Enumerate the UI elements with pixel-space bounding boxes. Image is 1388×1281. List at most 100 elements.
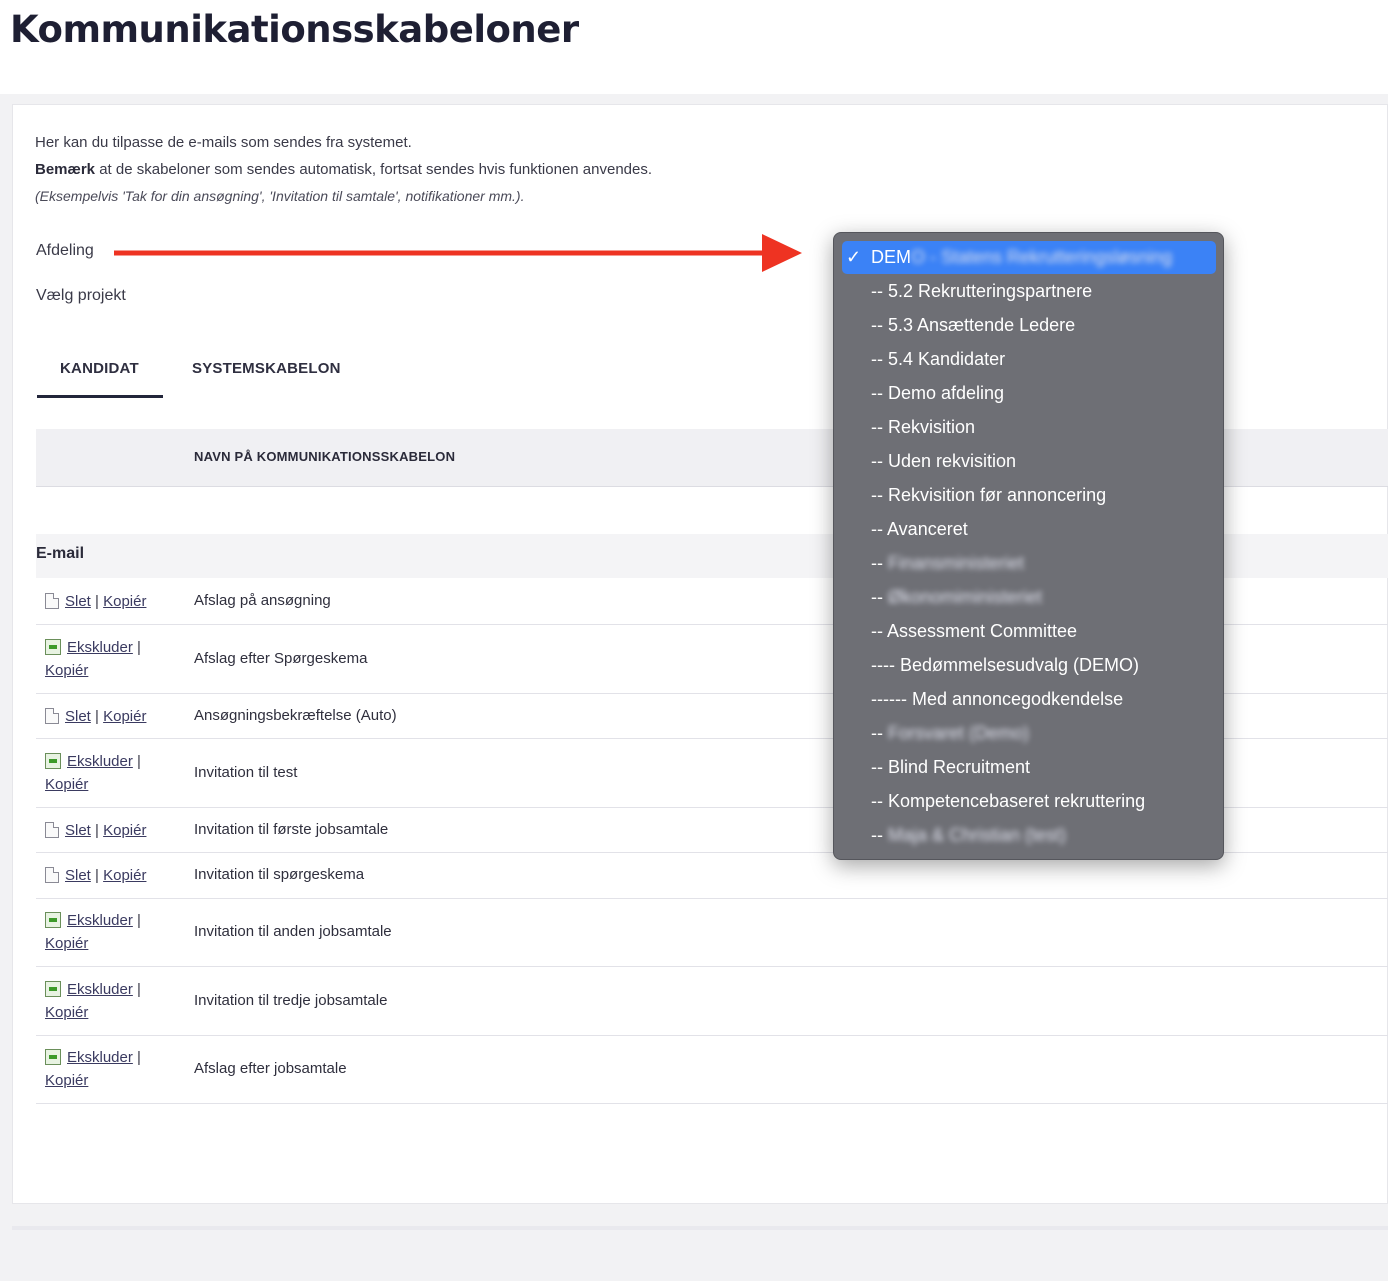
option-prefix: ---- bbox=[871, 655, 900, 675]
table-row: Ekskluder | Kopiér Afslag efter jobsamtale bbox=[36, 1036, 1388, 1104]
dropdown-option[interactable]: -- Kompetencebaseret rekruttering bbox=[871, 791, 1145, 812]
copy-link[interactable]: Kopiér bbox=[103, 708, 146, 725]
template-name[interactable]: Invitation til anden jobsamtale bbox=[194, 923, 392, 940]
option-label: Uden rekvisition bbox=[888, 451, 1017, 471]
option-label: Rekvisition før annoncering bbox=[888, 485, 1107, 505]
row-actions: Slet | Kopiér bbox=[45, 590, 146, 613]
document-icon bbox=[45, 821, 59, 838]
option-prefix: -- bbox=[871, 587, 888, 607]
dropdown-option[interactable]: -- Uden rekvisition bbox=[871, 451, 1016, 472]
template-name[interactable]: Ansøgningsbekræftelse (Auto) bbox=[194, 707, 397, 724]
option-label: Kompetencebaseret rekruttering bbox=[888, 791, 1146, 811]
intro-note-bold: Bemærk bbox=[35, 161, 96, 178]
option-label: Assessment Committee bbox=[887, 621, 1078, 641]
document-icon bbox=[45, 707, 59, 724]
dropdown-option[interactable]: -- Avanceret bbox=[871, 519, 968, 540]
template-name[interactable]: Afslag efter Spørgeskema bbox=[194, 650, 367, 667]
option-prefix: -- bbox=[871, 281, 888, 301]
dropdown-option[interactable]: -- Blind Recruitment bbox=[871, 757, 1030, 778]
intro-example: (Eksempelvis 'Tak for din ansøgning', 'I… bbox=[35, 188, 525, 204]
exclude-link[interactable]: Ekskluder bbox=[67, 981, 133, 998]
dropdown-option[interactable]: ---- Bedømmelsesudvalg (DEMO) bbox=[871, 655, 1139, 676]
option-label: Bedømmelsesudvalg (DEMO) bbox=[899, 655, 1140, 675]
delete-link[interactable]: Slet bbox=[65, 822, 91, 839]
row-actions: Slet | Kopiér bbox=[45, 705, 146, 728]
dropdown-option[interactable]: -- Demo afdeling bbox=[871, 383, 1004, 404]
row-actions: Slet | Kopiér bbox=[45, 819, 146, 842]
row-actions: Ekskluder | Kopiér bbox=[45, 980, 141, 1021]
dropdown-option[interactable]: -- Finansministeriet bbox=[871, 553, 1024, 574]
intro-note-text: at de skabeloner som sendes automatisk, … bbox=[95, 161, 653, 178]
option-label: 5.2 Rekrutteringspartnere bbox=[888, 281, 1093, 301]
option-prefix: -- bbox=[871, 417, 888, 437]
tab-systemskabelon[interactable]: SYSTEMSKABELON bbox=[192, 360, 341, 377]
dropdown-option[interactable]: -- Forsvaret (Demo) bbox=[871, 723, 1029, 744]
option-prefix: -- bbox=[871, 825, 888, 845]
page-title: Kommunikationsskabeloner bbox=[10, 8, 579, 51]
option-label: Rekvisition bbox=[888, 417, 976, 437]
row-actions: Ekskluder | Kopiér bbox=[45, 752, 141, 793]
dropdown-option[interactable]: -- 5.2 Rekrutteringspartnere bbox=[871, 281, 1092, 302]
template-name[interactable]: Afslag efter jobsamtale bbox=[194, 1060, 347, 1077]
delete-link[interactable]: Slet bbox=[65, 593, 91, 610]
option-prefix: -- bbox=[871, 757, 888, 777]
afdeling-dropdown-menu[interactable]: ✓ DEMO - Statens Rekrutteringsløsning --… bbox=[833, 232, 1224, 860]
dropdown-option-selected[interactable]: DEMO - Statens Rekrutteringsløsning bbox=[871, 247, 1172, 268]
copy-link[interactable]: Kopiér bbox=[45, 776, 88, 793]
option-prefix: -- bbox=[871, 553, 888, 573]
dropdown-option[interactable]: -- Økonomiministeriet bbox=[871, 587, 1042, 608]
option-label-redacted: O - Statens Rekrutteringsløsning bbox=[911, 247, 1173, 267]
intro-line-2: Bemærk at de skabeloner som sendes autom… bbox=[35, 156, 652, 183]
option-prefix: -- bbox=[871, 349, 888, 369]
spreadsheet-icon bbox=[45, 980, 61, 997]
exclude-link[interactable]: Ekskluder bbox=[67, 1049, 133, 1066]
option-prefix: -- bbox=[871, 791, 888, 811]
template-name[interactable]: Invitation til test bbox=[194, 764, 297, 781]
copy-link[interactable]: Kopiér bbox=[45, 1004, 88, 1021]
dropdown-option[interactable]: -- 5.4 Kandidater bbox=[871, 349, 1005, 370]
template-name[interactable]: Invitation til spørgeskema bbox=[194, 866, 364, 883]
option-prefix: -- bbox=[871, 451, 888, 471]
dropdown-option[interactable]: ------ Med annoncegodkendelse bbox=[871, 689, 1123, 710]
exclude-link[interactable]: Ekskluder bbox=[67, 639, 133, 656]
exclude-link[interactable]: Ekskluder bbox=[67, 912, 133, 929]
delete-link[interactable]: Slet bbox=[65, 867, 91, 884]
option-prefix: DEM bbox=[871, 247, 911, 267]
copy-link[interactable]: Kopiér bbox=[45, 662, 88, 679]
delete-link[interactable]: Slet bbox=[65, 708, 91, 725]
option-label: Økonomiministeriet bbox=[888, 587, 1043, 607]
option-label: 5.4 Kandidater bbox=[888, 349, 1006, 369]
dropdown-option[interactable]: -- Rekvisition bbox=[871, 417, 975, 438]
table-row: Ekskluder | Kopiér Invitation til anden jo… bbox=[36, 899, 1388, 967]
row-actions: Slet | Kopiér bbox=[45, 864, 146, 887]
copy-link[interactable]: Kopiér bbox=[103, 822, 146, 839]
intro-line-3: (Eksempelvis 'Tak for din ansøgning', 'I… bbox=[35, 183, 652, 210]
column-header-name: NAVN PÅ KOMMUNIKATIONSSKABELON bbox=[194, 449, 456, 464]
table-row: Ekskluder | Kopiér Invitation til tredje j… bbox=[36, 967, 1388, 1036]
document-icon bbox=[45, 592, 59, 609]
exclude-link[interactable]: Ekskluder bbox=[67, 753, 133, 770]
afdeling-label: Afdeling bbox=[36, 242, 94, 259]
section-label: E-mail bbox=[36, 545, 85, 562]
option-prefix: -- bbox=[871, 723, 888, 743]
copy-link[interactable]: Kopiér bbox=[45, 1072, 88, 1089]
template-name[interactable]: Invitation til tredje jobsamtale bbox=[194, 992, 387, 1009]
option-label: Maja & Christian (test) bbox=[888, 825, 1067, 845]
dropdown-option[interactable]: -- Maja & Christian (test) bbox=[871, 825, 1066, 846]
option-prefix: -- bbox=[871, 485, 888, 505]
option-label: Forsvaret (Demo) bbox=[888, 723, 1030, 743]
template-name[interactable]: Afslag på ansøgning bbox=[194, 592, 331, 609]
row-actions: Ekskluder | Kopiér bbox=[45, 912, 141, 952]
copy-link[interactable]: Kopiér bbox=[103, 867, 146, 884]
copy-link[interactable]: Kopiér bbox=[103, 593, 146, 610]
intro-line-1: Her kan du tilpasse de e-mails som sende… bbox=[35, 134, 412, 151]
template-name[interactable]: Invitation til første jobsamtale bbox=[194, 821, 388, 838]
dropdown-option[interactable]: -- Rekvisition før annoncering bbox=[871, 485, 1106, 506]
dropdown-option[interactable]: -- 5.3 Ansættende Ledere bbox=[871, 315, 1075, 336]
title-bar: Kommunikationsskabeloner bbox=[0, 0, 1388, 94]
tab-kandidat[interactable]: KANDIDAT bbox=[60, 360, 139, 377]
intro-text: Her kan du tilpasse de e-mails som sende… bbox=[35, 129, 652, 210]
copy-link[interactable]: Kopiér bbox=[45, 935, 88, 952]
option-label: Finansministeriet bbox=[888, 553, 1025, 573]
dropdown-option[interactable]: -- Assessment Committee bbox=[871, 621, 1077, 642]
